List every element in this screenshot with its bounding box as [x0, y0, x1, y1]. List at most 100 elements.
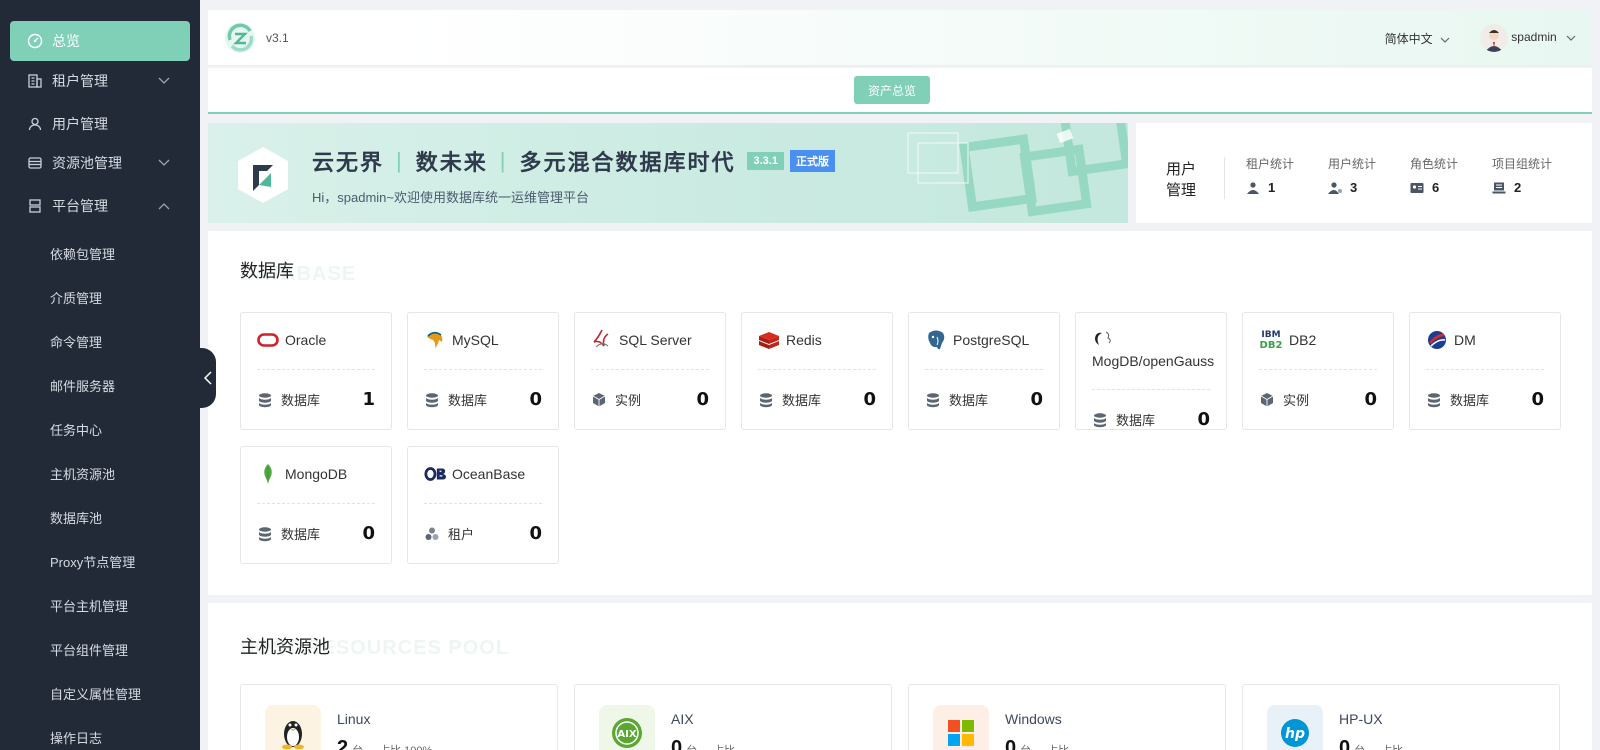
host-card-hpux[interactable]: hp HP-UX 0 台 占比 [1242, 684, 1560, 750]
svg-text:hp: hp [1285, 726, 1305, 742]
host-card-linux[interactable]: Linux 2 台 占比 100% [240, 684, 558, 750]
db-card-mysql[interactable]: MySQL 数据库 0 [407, 312, 559, 430]
sidebar-item-label: 用户管理 [52, 116, 108, 132]
db-count: 0 [1364, 389, 1377, 410]
host-card-windows[interactable]: Windows 0 台 占比 [908, 684, 1226, 750]
host-count-value: 0 [671, 737, 683, 750]
banner-title: 云无界 | 数未来 | 多元混合数据库时代 3.3.1 正式版 [312, 145, 835, 177]
database-icon [26, 154, 44, 172]
sidebar-collapse-button[interactable] [200, 348, 216, 408]
user-stats-title: 用户管理 [1166, 161, 1197, 199]
database-stack-icon [259, 392, 271, 407]
db-name: Oracle [285, 332, 327, 348]
banner-title-part: 云无界 [312, 150, 385, 175]
host-count-unit: 台 [686, 742, 697, 750]
stat-label: 角色统计 [1410, 157, 1459, 171]
sidebar-item-platform[interactable]: 平台管理 [10, 186, 190, 226]
db-card-sqlserver[interactable]: SQL Server 实例 0 [574, 312, 726, 430]
building-icon [26, 72, 44, 90]
database-stack-icon [1428, 392, 1440, 407]
db-card-postgresql[interactable]: PostgreSQL 数据库 0 [908, 312, 1060, 430]
sidebar-item-label: 总览 [52, 33, 80, 49]
chevron-up-icon [158, 199, 172, 213]
db-count: 0 [1030, 389, 1043, 410]
language-selector[interactable]: 简体中文 [1385, 30, 1450, 47]
db-metric-label: 租户 [448, 527, 475, 542]
divider [925, 369, 1043, 370]
sidebar-subitem[interactable]: 操作日志 [50, 719, 190, 750]
db-name: MogDB/openGauss [1092, 353, 1215, 369]
host-count-unit: 台 [1354, 742, 1365, 750]
db-metric-label: 数据库 [949, 393, 989, 408]
host-card-aix[interactable]: AIX AIX 0 台 占比 [574, 684, 892, 750]
banner-title-part: 数未来 [415, 150, 488, 175]
stat-roles[interactable]: 角色统计 6 [1410, 155, 1490, 195]
host-os-name: Linux [337, 711, 371, 727]
db-card-oceanbase[interactable]: OceanBase 租户 0 [407, 446, 559, 564]
sidebar-subitem[interactable]: 命令管理 [50, 323, 190, 359]
hp-logo-icon: hp [1267, 705, 1323, 750]
sidebar-item-tenant[interactable]: 租户管理 [10, 61, 190, 101]
host-count-value: 0 [1339, 737, 1351, 750]
avatar[interactable] [1480, 24, 1508, 52]
windows-logo-icon [933, 705, 989, 750]
sidebar-subitem[interactable]: 主机资源池 [50, 455, 190, 491]
product-logo-icon [238, 147, 288, 203]
sidebar-subitem[interactable]: 平台组件管理 [50, 631, 190, 667]
host-os-name: HP-UX [1339, 711, 1383, 727]
instance-cube-icon [1260, 392, 1274, 406]
sidebar-item-resource-pool[interactable]: 资源池管理 [10, 143, 190, 183]
stat-tenant[interactable]: 租户统计 1 [1246, 155, 1326, 195]
database-stack-icon [426, 392, 438, 407]
db-metric-label: 数据库 [281, 527, 321, 542]
divider [591, 369, 709, 370]
stat-label: 项目组统计 [1492, 157, 1553, 171]
sidebar-subitem[interactable]: 平台主机管理 [50, 587, 190, 623]
sidebar-subitem[interactable]: 介质管理 [50, 279, 190, 315]
stat-value: 3 [1350, 180, 1358, 195]
db-metric-label: 数据库 [281, 393, 321, 408]
db-card-mongodb[interactable]: MongoDB 数据库 0 [240, 446, 392, 564]
db-card-oracle[interactable]: Oracle 数据库 1 [240, 312, 392, 430]
sidebar-subitem[interactable]: Proxy节点管理 [50, 543, 190, 579]
chevron-down-icon [1440, 37, 1450, 43]
server-icon [26, 197, 44, 215]
sidebar-subitem[interactable]: 自定义属性管理 [50, 675, 190, 711]
stat-users[interactable]: 用户统计 3 [1328, 155, 1408, 195]
db-card-redis[interactable]: Redis 数据库 0 [741, 312, 893, 430]
db-name: Redis [786, 332, 822, 348]
stat-value: 1 [1268, 180, 1276, 195]
dashboard-icon [26, 32, 44, 50]
sidebar-subitem[interactable]: 邮件服务器 [50, 367, 190, 403]
db-card-db2[interactable]: IBM DB2 DB2 实例 0 [1242, 312, 1394, 430]
sidebar-item-label: 平台管理 [52, 198, 108, 214]
chevron-down-icon [158, 74, 172, 88]
app-logo[interactable]: v3.1 [222, 20, 289, 56]
language-label: 简体中文 [1384, 32, 1433, 46]
cube-decoration-illustration [907, 123, 1128, 217]
tenant-cluster-icon [425, 527, 439, 540]
user-icon [1328, 181, 1342, 194]
host-ratio: 占比 100% [379, 742, 432, 750]
db-name: MySQL [452, 332, 499, 348]
stat-projects[interactable]: 项目组统计 2 [1492, 155, 1572, 195]
sidebar-subitem[interactable]: 数据库池 [50, 499, 190, 535]
aix-logo-icon: AIX [599, 705, 655, 750]
sidebar-subitem[interactable]: 依赖包管理 [50, 235, 190, 271]
user-menu[interactable]: spadmin [1511, 30, 1576, 44]
instance-cube-icon [592, 392, 606, 406]
host-os-name: Windows [1005, 711, 1062, 727]
oracle-logo-icon [257, 329, 279, 351]
db-card-dm[interactable]: DM 数据库 0 [1409, 312, 1561, 430]
sidebar-item-users[interactable]: 用户管理 [10, 104, 190, 144]
linux-logo-icon [265, 705, 321, 750]
db-count: 0 [529, 389, 542, 410]
sidebar-item-overview[interactable]: 总览 [10, 21, 190, 61]
tenant-icon [1247, 181, 1259, 194]
tab-asset-overview[interactable]: 资产总览 [854, 76, 930, 104]
stat-label: 用户统计 [1328, 157, 1377, 171]
sidebar-subitem[interactable]: 任务中心 [50, 411, 190, 447]
db-name: MongoDB [285, 466, 348, 482]
sqlserver-logo-icon [591, 329, 613, 351]
db-card-mogdb[interactable]: MogDB/openGauss 数据库 0 [1075, 312, 1227, 430]
